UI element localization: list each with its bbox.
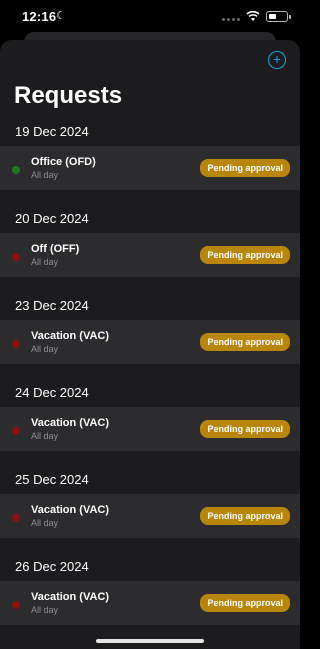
section-header: 26 Dec 2024 (0, 551, 300, 581)
status-badge: Pending approval (200, 159, 290, 177)
request-item[interactable]: Vacation (VAC) All day Pending approval (0, 320, 300, 364)
status-badge: Pending approval (200, 333, 290, 351)
request-item[interactable]: Office (OFD) All day Pending approval (0, 146, 300, 190)
status-dot-icon (12, 340, 20, 348)
status-badge: Pending approval (200, 507, 290, 525)
request-item[interactable]: Off (OFF) All day Pending approval (0, 233, 300, 277)
wifi-icon (246, 11, 260, 21)
status-dot-icon (12, 601, 20, 609)
status-dot-icon (12, 166, 20, 174)
cellular-signal-icon (222, 13, 240, 21)
request-title: Office (OFD) (31, 156, 96, 168)
section-header: 23 Dec 2024 (0, 290, 300, 320)
request-title: Vacation (VAC) (31, 504, 110, 516)
request-subtitle: All day (31, 344, 59, 354)
section-header: 25 Dec 2024 (0, 464, 300, 494)
request-item[interactable]: Vacation (VAC) All day Pending approval (0, 407, 300, 451)
page-title: Requests (14, 82, 123, 109)
home-indicator[interactable] (96, 639, 204, 643)
requests-sheet: + Requests 19 Dec 2024 Office (OFD) All … (0, 40, 300, 649)
request-subtitle: All day (31, 170, 59, 180)
request-item[interactable]: Vacation (VAC) All day Pending approval (0, 581, 300, 625)
status-bar: 12:16 ☾ (0, 0, 300, 34)
request-subtitle: All day (31, 518, 59, 528)
status-indicators (222, 11, 291, 22)
request-title: Vacation (VAC) (31, 591, 110, 603)
status-dot-icon (12, 514, 20, 522)
status-dot-icon (12, 253, 20, 261)
requests-list[interactable]: 19 Dec 2024 Office (OFD) All day Pending… (0, 116, 300, 649)
status-badge: Pending approval (200, 420, 290, 438)
battery-icon (266, 11, 291, 22)
request-subtitle: All day (31, 605, 59, 615)
status-badge: Pending approval (200, 246, 290, 264)
section-header: 20 Dec 2024 (0, 203, 300, 233)
section-header: 24 Dec 2024 (0, 377, 300, 407)
request-subtitle: All day (31, 431, 59, 441)
request-title: Vacation (VAC) (31, 330, 110, 342)
status-time: 12:16 (22, 9, 57, 24)
request-title: Vacation (VAC) (31, 417, 110, 429)
request-subtitle: All day (31, 257, 59, 267)
request-item[interactable]: Vacation (VAC) All day Pending approval (0, 494, 300, 538)
status-dot-icon (12, 427, 20, 435)
add-request-button[interactable]: + (268, 51, 286, 69)
status-badge: Pending approval (200, 594, 290, 612)
section-header: 19 Dec 2024 (0, 116, 300, 146)
focus-moon-icon: ☾ (56, 10, 66, 22)
request-title: Off (OFF) (31, 243, 80, 255)
